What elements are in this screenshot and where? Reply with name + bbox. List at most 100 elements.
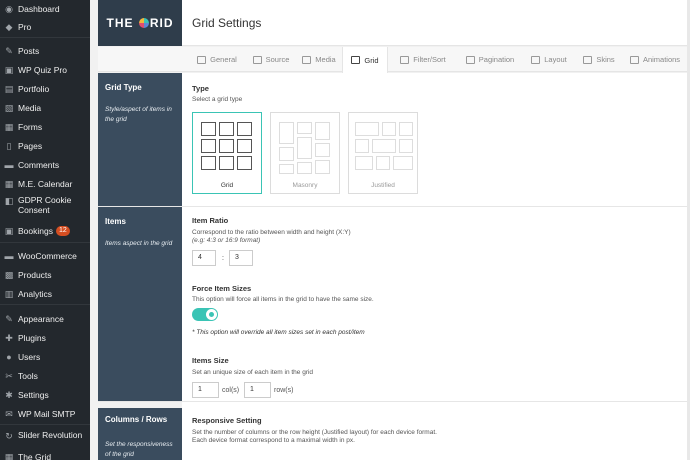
wp-menu-item-products[interactable]: ▩ Products (0, 266, 90, 284)
tab-animations[interactable]: Animations (625, 47, 685, 72)
wp-menu-item-forms[interactable]: ▦ Forms (0, 118, 90, 136)
tab-label: Media (315, 55, 336, 64)
filter-icon (400, 55, 410, 64)
force-item-sizes-toggle[interactable] (192, 308, 218, 321)
pro-icon: ◆ (5, 21, 13, 32)
slider-icon: ↻ (5, 431, 13, 441)
section-description: Style/aspect of items in the grid (105, 106, 172, 123)
forms-icon: ▦ (4, 121, 14, 132)
tab-label: Source (265, 55, 290, 64)
wp-menu-label: Appearance (18, 314, 64, 324)
wp-menu-item-wp-quiz-pro[interactable]: ▣ WP Quiz Pro (0, 61, 90, 79)
wp-menu-item-appearance[interactable]: ✎ Appearance (0, 310, 90, 328)
item-rows-input[interactable]: 1 (244, 382, 271, 398)
wp-menu-item-woocommerce[interactable]: ▬ WooCommerce (0, 247, 90, 265)
wp-menu-item-posts[interactable]: ✎ Posts (0, 42, 90, 60)
wp-menu-label: Analytics (18, 289, 53, 299)
responsive-setting-description-2: Each device format correspond to a maxim… (192, 437, 355, 444)
tab-label: Animations (642, 55, 681, 64)
item-cols-input[interactable]: 1 (192, 382, 219, 398)
wp-menu-label: WP Quiz Pro (18, 65, 67, 75)
logo-text-right: RID (149, 16, 174, 30)
wp-menu-item-bookings[interactable]: ▣ Bookings 12 (0, 222, 90, 240)
wp-menu-label: Forms (18, 122, 43, 132)
layout-icon (531, 55, 541, 64)
section-title: Items (105, 217, 126, 226)
wp-menu-item-dashboard[interactable]: ◉ Dashboard (0, 0, 90, 18)
wp-menu-item-comments[interactable]: ▬ Comments (0, 156, 90, 174)
tab-pagination[interactable]: Pagination (458, 47, 522, 72)
tab-general[interactable]: General (190, 47, 244, 72)
plugins-icon: ✚ (5, 332, 13, 343)
tab-label: General (210, 55, 237, 64)
section-title: Columns / Rows (105, 415, 168, 424)
logo-g-mark-icon (138, 18, 149, 28)
wp-menu-item-m-e-calendar[interactable]: ▦ M.E. Calendar (0, 175, 90, 193)
wp-menu-item-the-grid[interactable]: ▦ The Grid (0, 448, 90, 460)
item-ratio-x-input[interactable]: 4 (192, 250, 216, 266)
wp-menu-separator (0, 304, 90, 305)
tab-layout[interactable]: Layout (524, 47, 574, 72)
settings-icon: ✱ (5, 389, 13, 400)
tab-source[interactable]: Source (246, 47, 296, 72)
section-divider (98, 206, 690, 207)
analytics-icon: ▥ (4, 288, 14, 299)
wp-menu-item-pro[interactable]: ◆ Pro (0, 18, 90, 36)
wp-admin-sidebar: ◉ Dashboard ◆ Pro ✎ Posts ▣ WP Quiz Pro ▤ Portfol… (0, 0, 90, 460)
dashboard-icon: ◉ (5, 3, 13, 14)
tab-grid[interactable]: Grid (342, 47, 388, 73)
item-ratio-example: (e.g: 4:3 or 16:9 format) (192, 237, 261, 244)
item-ratio-label: Item Ratio (192, 216, 229, 225)
items-size-description: Set an unique size of each item in the g… (192, 369, 314, 376)
wp-menu-item-wp-mail-smtp[interactable]: ✉ WP Mail SMTP (0, 405, 90, 423)
media-icon: ▧ (4, 102, 14, 113)
tab-label: Filter/Sort (413, 55, 446, 64)
masonry-type-caption: Masonry (292, 182, 318, 189)
wp-menu-label: Users (18, 352, 41, 362)
grid-type-option-justified[interactable]: Justified (348, 112, 418, 194)
wp-menu-item-settings[interactable]: ✱ Settings (0, 386, 90, 404)
grid-type-option-masonry[interactable]: Masonry (270, 112, 340, 194)
item-ratio-y-input[interactable]: 3 (229, 250, 253, 266)
grid-type-label: Type (192, 84, 209, 93)
responsive-setting-label: Responsive Setting (192, 416, 262, 425)
section-title: Grid Type (105, 83, 142, 92)
image-icon (302, 55, 312, 64)
rows-unit: row(s) (274, 387, 294, 394)
grid-icon: ▦ (4, 451, 14, 460)
wp-menu-label: M.E. Calendar (18, 179, 73, 189)
grid-type-option-grid[interactable]: Grid (192, 112, 262, 194)
tab-label: Layout (544, 55, 567, 64)
wp-menu-item-media[interactable]: ▧ Media (0, 99, 90, 117)
force-item-sizes-label: Force Item Sizes (192, 284, 252, 293)
palette-icon (583, 55, 593, 64)
force-item-sizes-description: This option will force all items in the … (192, 296, 374, 303)
wp-menu-label: Slider Revolution (18, 430, 83, 440)
users-icon: ● (6, 352, 12, 362)
grid-icon (351, 56, 361, 64)
wp-menu-label: Posts (18, 46, 40, 56)
tab-media[interactable]: Media (298, 47, 340, 72)
tools-icon: ✂ (5, 370, 13, 381)
wp-menu-item-users[interactable]: ● Users (0, 348, 90, 366)
section-columns-rows-sidebar: Columns / Rows Set the responsiveness of… (98, 408, 182, 460)
products-icon: ▩ (4, 269, 14, 280)
wp-menu-item-analytics[interactable]: ▥ Analytics (0, 285, 90, 303)
tab-filter-sort[interactable]: Filter/Sort (390, 47, 456, 72)
tab-label: Grid (364, 55, 379, 65)
gear-icon (197, 55, 207, 64)
wp-menu-item-pages[interactable]: ▯ Pages (0, 137, 90, 155)
wp-menu-label: Plugins (18, 333, 46, 343)
settings-tabs: General Source Media Grid Filter/Sort Paginat… (98, 47, 690, 73)
wp-menu-item-plugins[interactable]: ✚ Plugins (0, 329, 90, 347)
tab-skins[interactable]: Skins (576, 47, 622, 72)
wp-menu-item-portfolio[interactable]: ▤ Portfolio (0, 80, 90, 98)
portfolio-icon: ▤ (4, 83, 14, 94)
cols-unit: col(s) (222, 387, 240, 394)
wp-menu-item-tools[interactable]: ✂ Tools (0, 367, 90, 385)
logo-text-left: THE (106, 16, 134, 30)
wp-menu-item-gdpr-cookie-consent[interactable]: ◧ GDPR Cookie Consent (0, 194, 90, 220)
the-grid-logo: THE RID (98, 0, 182, 46)
wp-menu-separator (0, 424, 90, 425)
ratio-separator: : (222, 255, 224, 262)
